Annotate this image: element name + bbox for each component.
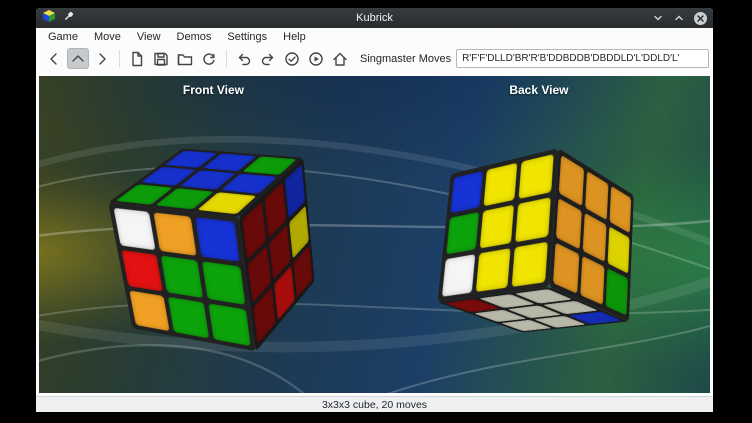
redo-icon[interactable]: [257, 48, 279, 69]
minimize-icon[interactable]: [652, 12, 664, 24]
toolbar: Singmaster Moves: [36, 45, 713, 74]
front-view-label: Front View: [183, 83, 244, 97]
kubrick-window: Kubrick Game Move View Demos Settings He…: [36, 8, 713, 412]
menu-move[interactable]: Move: [86, 31, 129, 43]
sticker-green[interactable]: [209, 303, 251, 346]
sticker-orange[interactable]: [609, 186, 631, 233]
cube-scene[interactable]: Front View Back View: [39, 76, 710, 393]
sticker-yellow[interactable]: [607, 227, 629, 274]
sticker-orange[interactable]: [553, 243, 579, 294]
menu-game[interactable]: Game: [40, 31, 86, 43]
sticker-orange[interactable]: [556, 198, 582, 249]
sticker-green[interactable]: [605, 268, 627, 315]
sticker-yellow[interactable]: [518, 154, 553, 199]
sticker-white[interactable]: [442, 254, 475, 297]
restart-icon[interactable]: [198, 48, 220, 69]
save-icon[interactable]: [150, 48, 172, 69]
sticker-green[interactable]: [446, 212, 479, 254]
front-cube[interactable]: [148, 174, 288, 314]
kubrick-app-icon: [42, 9, 56, 28]
scene-frame: Front View Back View: [36, 74, 713, 396]
sticker-orange[interactable]: [583, 213, 607, 262]
pin-icon[interactable]: [63, 9, 75, 27]
singmaster-moves-label: Singmaster Moves: [360, 53, 451, 65]
singmaster-moves-input[interactable]: [456, 49, 709, 68]
sticker-white[interactable]: [114, 208, 156, 250]
new-document-icon[interactable]: [126, 48, 148, 69]
sticker-orange[interactable]: [585, 171, 608, 220]
toolbar-separator: [119, 50, 120, 67]
sticker-red[interactable]: [122, 250, 163, 292]
sticker-blue[interactable]: [196, 217, 240, 262]
sticker-orange[interactable]: [130, 290, 170, 331]
sticker-yellow[interactable]: [483, 163, 517, 207]
sticker-orange[interactable]: [559, 155, 584, 206]
close-icon[interactable]: [694, 12, 707, 25]
menu-demos[interactable]: Demos: [169, 31, 220, 43]
undo-icon[interactable]: [233, 48, 255, 69]
toolbar-separator: [226, 50, 227, 67]
go-next-icon[interactable]: [91, 48, 113, 69]
sticker-yellow[interactable]: [515, 197, 551, 242]
sticker-orange[interactable]: [580, 256, 604, 305]
sticker-yellow[interactable]: [512, 242, 548, 287]
play-demo-icon[interactable]: [305, 48, 327, 69]
sticker-blue[interactable]: [450, 171, 482, 213]
go-previous-icon[interactable]: [43, 48, 65, 69]
sticker-orange[interactable]: [154, 212, 197, 255]
sticker-green[interactable]: [203, 261, 246, 305]
statusbar: 3x3x3 cube, 20 moves: [36, 396, 713, 412]
menubar: Game Move View Demos Settings Help: [36, 28, 713, 45]
back-view-label: Back View: [509, 83, 568, 97]
sticker-yellow[interactable]: [476, 248, 511, 292]
maximize-icon[interactable]: [673, 12, 685, 24]
window-title: Kubrick: [202, 12, 547, 24]
menu-help[interactable]: Help: [275, 31, 314, 43]
open-folder-icon[interactable]: [174, 48, 196, 69]
sticker-green[interactable]: [161, 256, 203, 299]
solve-check-icon[interactable]: [281, 48, 303, 69]
menu-view[interactable]: View: [129, 31, 169, 43]
home-icon[interactable]: [329, 48, 351, 69]
sticker-yellow[interactable]: [480, 205, 514, 249]
back-cube[interactable]: [482, 173, 598, 318]
go-up-icon[interactable]: [67, 48, 89, 69]
titlebar[interactable]: Kubrick: [36, 8, 713, 28]
sticker-green[interactable]: [168, 297, 209, 339]
menu-settings[interactable]: Settings: [219, 31, 275, 43]
status-text: 3x3x3 cube, 20 moves: [322, 399, 427, 411]
